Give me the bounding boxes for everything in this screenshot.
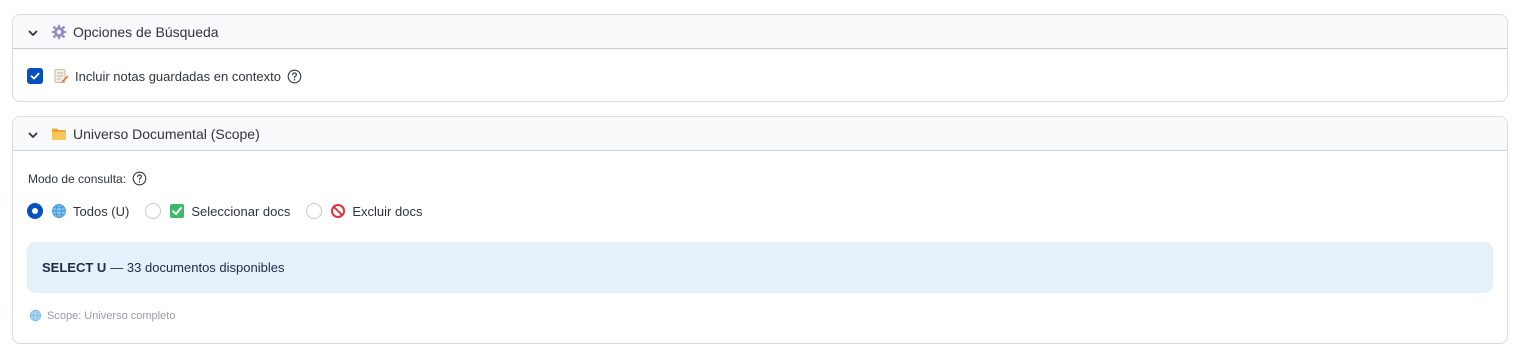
globe-icon bbox=[51, 203, 67, 219]
info-text: — 33 documentos disponibles bbox=[110, 260, 285, 275]
radio-button-selected[interactable] bbox=[27, 203, 43, 219]
query-mode-radio-group: Todos (U) Seleccionar docs Excluir docs bbox=[27, 201, 438, 221]
search-options-panel: Opciones de Búsqueda Incluir notas guard… bbox=[12, 14, 1508, 102]
folder-icon bbox=[51, 126, 67, 142]
query-mode-text: Modo de consulta: bbox=[28, 171, 127, 186]
memo-icon bbox=[53, 68, 69, 84]
radio-option-todos[interactable]: Todos (U) bbox=[27, 203, 129, 219]
no-entry-icon bbox=[330, 203, 346, 219]
radio-option-excluir[interactable]: Excluir docs bbox=[306, 203, 422, 219]
globe-icon bbox=[29, 309, 42, 322]
query-mode-label: Modo de consulta: bbox=[28, 171, 147, 186]
scope-caption-text: Scope: Universo completo bbox=[47, 309, 176, 322]
include-notes-row: Incluir notas guardadas en contexto bbox=[27, 65, 1493, 87]
scope-caption: Scope: Universo completo bbox=[29, 309, 175, 322]
info-bold-text: SELECT U bbox=[42, 260, 107, 275]
help-icon[interactable] bbox=[287, 69, 302, 84]
radio-label-excluir: Excluir docs bbox=[352, 203, 423, 219]
scope-header[interactable]: Universo Documental (Scope) bbox=[13, 117, 1507, 151]
search-options-header[interactable]: Opciones de Búsqueda bbox=[13, 15, 1507, 49]
search-options-title: Opciones de Búsqueda bbox=[73, 23, 219, 40]
include-notes-checkbox[interactable] bbox=[27, 68, 43, 84]
scope-title: Universo Documental (Scope) bbox=[73, 125, 260, 142]
include-notes-label: Incluir notas guardadas en contexto bbox=[75, 68, 281, 84]
chevron-down-icon bbox=[27, 128, 39, 140]
radio-label-seleccionar: Seleccionar docs bbox=[191, 203, 291, 219]
radio-button[interactable] bbox=[145, 203, 162, 219]
help-icon[interactable] bbox=[132, 171, 147, 186]
radio-button[interactable] bbox=[306, 203, 323, 219]
chevron-down-icon bbox=[27, 26, 39, 38]
radio-label-todos: Todos (U) bbox=[73, 203, 130, 219]
radio-option-seleccionar[interactable]: Seleccionar docs bbox=[145, 203, 290, 219]
check-box-icon bbox=[169, 203, 185, 219]
scope-panel: Universo Documental (Scope) Modo de cons… bbox=[12, 116, 1508, 344]
gear-icon bbox=[51, 24, 67, 40]
selection-info-box: SELECT U — 33 documentos disponibles bbox=[27, 242, 1493, 293]
